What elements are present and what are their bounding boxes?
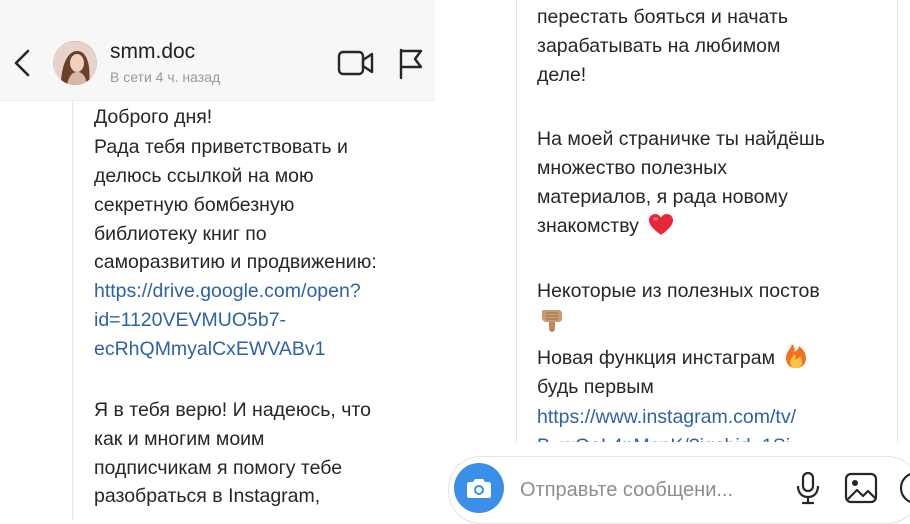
message-line: На моей страничке ты найдёшь: [537, 128, 825, 150]
flag-icon[interactable]: [396, 46, 426, 80]
online-status: В сети 4 ч. назад: [110, 69, 221, 85]
message-line: разобраться в Instagram,: [94, 485, 321, 507]
message-line: деле!: [537, 64, 587, 86]
message-line: Рада тебя приветствовать и: [94, 136, 348, 158]
message-input[interactable]: [518, 474, 782, 506]
drive-link[interactable]: ecRhQMmyalCxEWVABv1: [94, 335, 326, 364]
message-bubble: перестать бояться и начать зарабатывать …: [516, 0, 898, 442]
pointing-down-emoji: [539, 308, 565, 341]
avatar[interactable]: [53, 41, 97, 85]
message-line: Некоторые из полезных постов: [537, 280, 820, 302]
fire-emoji: [786, 343, 807, 368]
chevron-left-icon[interactable]: [8, 46, 36, 80]
message-text: Новая функция инстаграм: [537, 347, 775, 369]
message-text: знакомству: [537, 215, 639, 237]
camera-button[interactable]: [454, 463, 504, 513]
message-line: перестать бояться и начать: [537, 6, 789, 28]
drive-link[interactable]: https://drive.google.com/open?: [94, 277, 361, 306]
chat-header: smm.doc В сети 4 ч. назад: [0, 0, 435, 101]
instagram-tv-link-cut[interactable]: B_wQaL4nMcnK/?igshid=1Si: [537, 432, 790, 442]
gallery-icon[interactable]: [843, 470, 879, 506]
message-line: секретную бомбезную: [94, 194, 295, 216]
message-line: подписчикам я помогу тебе: [94, 457, 343, 479]
message-line: будь первым: [537, 376, 654, 398]
add-content-icon[interactable]: [898, 470, 910, 506]
message-line-with-heart: знакомству: [537, 212, 674, 241]
message-line: саморазвитию и продвижению:: [94, 251, 377, 273]
message-line: материалов, я рада новому: [537, 186, 788, 208]
instagram-tv-link[interactable]: https://www.instagram.com/tv/: [537, 403, 796, 432]
message-bubble: Доброго дня! Рада тебя приветствовать и …: [72, 100, 435, 521]
microphone-icon[interactable]: [792, 470, 824, 506]
message-line: делюсь ссылкой на мою: [94, 165, 314, 187]
left-chat-panel: smm.doc В сети 4 ч. назад Доброго дня! Р…: [0, 0, 435, 521]
message-line: как и многим моим: [94, 428, 265, 450]
right-chat-panel: перестать бояться и начать зарабатывать …: [438, 0, 910, 521]
message-line: множество полезных: [537, 157, 728, 179]
drive-link[interactable]: id=1120VEVMUO5b7-: [94, 306, 286, 335]
message-line: зарабатывать на любимом: [537, 35, 781, 57]
message-line: Я в тебя верю! И надеюсь, что: [94, 399, 371, 421]
message-greeting: Доброго дня!: [94, 106, 213, 128]
camera-icon: [467, 479, 491, 498]
message-line: библиотеку книг по: [94, 223, 267, 245]
video-camera-icon[interactable]: [337, 48, 375, 78]
message-line-with-fire: Новая функция инстаграм: [537, 343, 808, 373]
username[interactable]: smm.doc: [110, 40, 195, 64]
red-heart-emoji: [649, 213, 674, 235]
